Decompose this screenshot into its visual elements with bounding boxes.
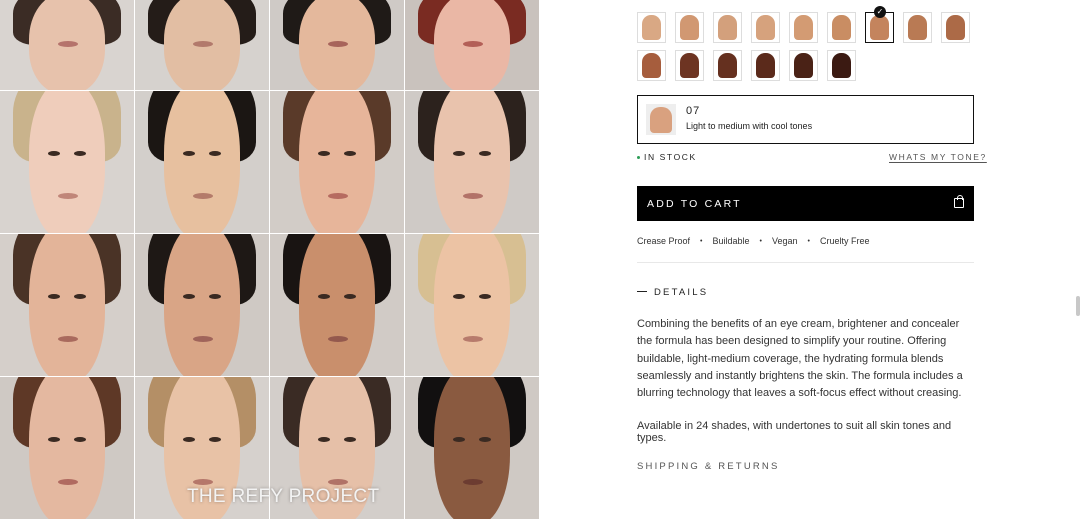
model-photo bbox=[135, 0, 269, 90]
shade-number: 07 bbox=[686, 105, 701, 117]
stock-label: IN STOCK bbox=[644, 152, 697, 162]
shade-swatch[interactable] bbox=[751, 50, 780, 81]
product-attribute: Vegan bbox=[771, 236, 798, 246]
shopping-bag-icon bbox=[954, 195, 964, 208]
product-attribute: Crease Proof bbox=[637, 236, 691, 246]
shade-description: Light to medium with cool tones bbox=[686, 121, 813, 131]
details-availability: Available in 24 shades, with undertones … bbox=[637, 420, 952, 444]
shade-swatch[interactable] bbox=[713, 50, 742, 81]
product-attribute: Buildable bbox=[712, 236, 750, 246]
product-attribute: Cruelty Free bbox=[819, 236, 870, 246]
product-attributes: Crease Proof • Buildable • Vegan • Cruelty Fre… bbox=[637, 236, 869, 246]
model-photo bbox=[0, 0, 134, 90]
shade-swatch[interactable] bbox=[789, 12, 818, 43]
page-scrollbar[interactable] bbox=[1076, 296, 1080, 316]
stock-status: IN STOCK bbox=[637, 152, 697, 162]
stock-dot-icon bbox=[637, 156, 640, 160]
shade-swatch[interactable] bbox=[789, 50, 818, 81]
details-heading: DETAILS bbox=[654, 287, 709, 298]
selected-shade-card: 07 Light to medium with cool tones bbox=[637, 95, 974, 144]
shade-swatch-grid: ✓ bbox=[637, 0, 977, 82]
model-photo bbox=[405, 377, 539, 519]
shade-swatch[interactable] bbox=[827, 12, 856, 43]
model-photo bbox=[0, 234, 134, 376]
shade-swatch[interactable] bbox=[751, 12, 780, 43]
shade-swatch[interactable] bbox=[903, 12, 932, 43]
shade-swatch[interactable] bbox=[637, 12, 666, 43]
shade-swatch[interactable]: ✓ bbox=[865, 6, 894, 43]
model-photo bbox=[270, 234, 404, 376]
shade-swatch[interactable] bbox=[675, 12, 704, 43]
add-to-cart-button[interactable]: ADD TO CART bbox=[637, 186, 974, 221]
model-photo bbox=[405, 91, 539, 233]
model-photo bbox=[405, 234, 539, 376]
details-toggle[interactable]: DETAILS bbox=[637, 287, 708, 298]
model-photo bbox=[0, 377, 134, 519]
section-divider bbox=[637, 262, 974, 263]
shade-swatch[interactable] bbox=[637, 50, 666, 81]
shade-swatch[interactable] bbox=[827, 50, 856, 81]
shade-swatch[interactable] bbox=[675, 50, 704, 81]
collapse-minus-icon bbox=[637, 290, 647, 292]
bullet-separator: • bbox=[807, 238, 810, 245]
model-photo bbox=[135, 234, 269, 376]
check-icon: ✓ bbox=[874, 6, 886, 18]
model-photo bbox=[270, 0, 404, 90]
whats-my-tone-link[interactable]: WHATS MY TONE? bbox=[889, 152, 987, 162]
shipping-returns-toggle[interactable]: SHIPPING & RETURNS bbox=[637, 461, 780, 472]
model-photo bbox=[405, 0, 539, 90]
model-photo bbox=[270, 91, 404, 233]
gallery-watermark: THE REFY PROJECT bbox=[187, 486, 380, 507]
bullet-separator: • bbox=[700, 238, 703, 245]
selected-shade-thumbnail bbox=[646, 104, 676, 135]
shade-swatch[interactable] bbox=[713, 12, 742, 43]
bullet-separator: • bbox=[759, 238, 762, 245]
model-photo bbox=[135, 91, 269, 233]
shade-swatch[interactable] bbox=[941, 12, 970, 43]
model-photo bbox=[0, 91, 134, 233]
add-to-cart-label: ADD TO CART bbox=[647, 197, 742, 210]
model-photo-gallery bbox=[0, 0, 539, 520]
details-description: Combining the benefits of an eye cream, … bbox=[637, 318, 963, 400]
